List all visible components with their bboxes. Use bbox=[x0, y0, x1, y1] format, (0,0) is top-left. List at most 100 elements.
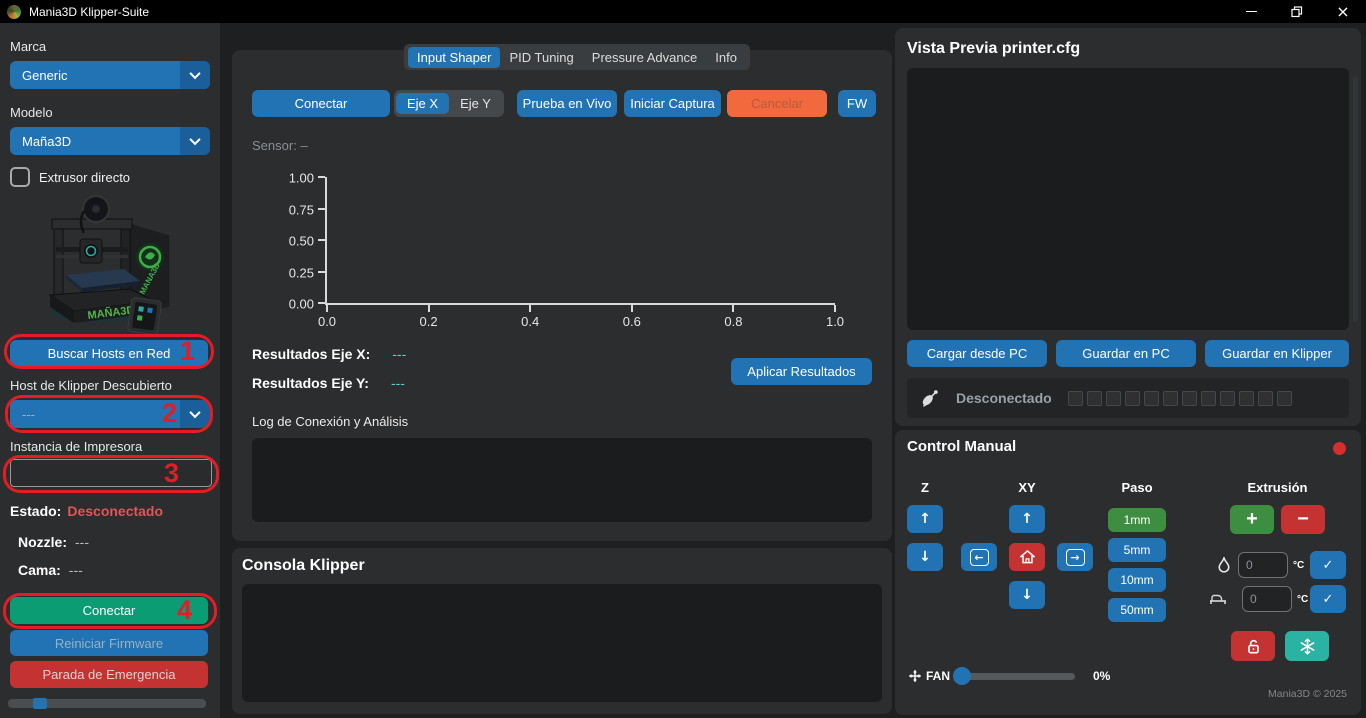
status-checkbox[interactable] bbox=[1087, 391, 1102, 406]
start-capture-button[interactable]: Iniciar Captura bbox=[624, 90, 721, 117]
tab-pressure-advance[interactable]: Pressure Advance bbox=[583, 47, 707, 68]
connection-status-text: Desconectado bbox=[956, 390, 1052, 406]
load-from-pc-button[interactable]: Cargar desde PC bbox=[907, 340, 1047, 367]
annotation-number-2: 2 bbox=[162, 398, 177, 429]
manual-control-title: Control Manual bbox=[907, 438, 1016, 455]
fan-slider-track[interactable] bbox=[957, 673, 1075, 680]
y-plus-button[interactable]: ↑ bbox=[1009, 505, 1045, 533]
unlock-motors-button[interactable] bbox=[1231, 631, 1275, 661]
center-connect-button[interactable]: Conectar bbox=[252, 90, 390, 117]
connection-log[interactable] bbox=[252, 438, 872, 522]
status-checkbox[interactable] bbox=[1106, 391, 1121, 406]
home-button[interactable] bbox=[1009, 543, 1045, 571]
direct-extruder-checkbox[interactable] bbox=[10, 167, 30, 187]
apply-results-label: Aplicar Resultados bbox=[747, 364, 855, 379]
tab-pid-tuning[interactable]: PID Tuning bbox=[500, 47, 582, 68]
step-1mm[interactable]: 1mm bbox=[1108, 508, 1166, 532]
fw-button[interactable]: FW bbox=[838, 90, 876, 117]
input-shaper-panel: Conectar Eje XEje Y Prueba en Vivo Inici… bbox=[232, 50, 892, 541]
check-icon: ✓ bbox=[1323, 557, 1334, 573]
restart-firmware-label: Reiniciar Firmware bbox=[55, 636, 163, 651]
step-10mm[interactable]: 10mm bbox=[1108, 568, 1166, 592]
model-label: Modelo bbox=[10, 105, 53, 120]
status-checkbox[interactable] bbox=[1258, 391, 1273, 406]
status-checkbox[interactable] bbox=[1163, 391, 1178, 406]
status-checkbox[interactable] bbox=[1125, 391, 1140, 406]
manual-control-panel: Control Manual Z XY Paso Extrusión ↑ ↓ ↑… bbox=[895, 430, 1361, 715]
arrow-up-icon: ↑ bbox=[1021, 511, 1033, 527]
minimize-button[interactable] bbox=[1228, 0, 1274, 23]
extrusion-column-label: Extrusión bbox=[1230, 480, 1325, 495]
step-5mm[interactable]: 5mm bbox=[1108, 538, 1166, 562]
annotation-circle-3 bbox=[3, 455, 219, 493]
annotation-circle-2 bbox=[5, 395, 213, 433]
log-label: Log de Conexión y Análisis bbox=[252, 414, 408, 429]
axis-toggle-eje-x[interactable]: Eje X bbox=[396, 93, 449, 114]
close-button[interactable]: × bbox=[1320, 0, 1366, 23]
results-x-value: --- bbox=[392, 346, 406, 362]
status-checkbox[interactable] bbox=[1144, 391, 1159, 406]
console-title: Consola Klipper bbox=[242, 557, 365, 575]
y-tick-label: 0.75 bbox=[270, 202, 314, 217]
bed-temp-icon bbox=[1209, 592, 1227, 606]
restore-button[interactable] bbox=[1274, 0, 1320, 23]
tab-info[interactable]: Info bbox=[706, 47, 746, 68]
results-y-label: Resultados Eje Y: bbox=[252, 375, 369, 391]
y-minus-button[interactable]: ↓ bbox=[1009, 581, 1045, 609]
fan-label: FAN bbox=[926, 669, 950, 683]
status-value: Desconectado bbox=[67, 503, 163, 519]
hotend-temp-apply-button[interactable]: ✓ bbox=[1310, 551, 1346, 579]
retract-button[interactable]: − bbox=[1281, 505, 1325, 534]
cooldown-button[interactable] bbox=[1285, 631, 1329, 661]
host-label: Host de Klipper Descubierto bbox=[10, 378, 172, 393]
status-checkbox[interactable] bbox=[1201, 391, 1216, 406]
status-checkbox[interactable] bbox=[1239, 391, 1254, 406]
axis-toggle: Eje XEje Y bbox=[394, 90, 504, 117]
y-tick-label: 1.00 bbox=[270, 171, 314, 186]
z-down-button[interactable]: ↓ bbox=[907, 543, 943, 571]
titlebar: Mania3D Klipper-Suite × bbox=[0, 0, 1366, 23]
x-tick-label: 0.8 bbox=[724, 314, 742, 329]
printer-cfg-preview[interactable] bbox=[907, 68, 1349, 330]
y-tick-label: 0.25 bbox=[270, 265, 314, 280]
restart-firmware-button[interactable]: Reiniciar Firmware bbox=[10, 630, 208, 656]
sidebar-slider-thumb[interactable] bbox=[33, 698, 47, 709]
preview-scrollbar[interactable] bbox=[1353, 76, 1358, 322]
status-checkbox[interactable] bbox=[1277, 391, 1292, 406]
axis-toggle-eje-y[interactable]: Eje Y bbox=[449, 93, 502, 114]
brand-select[interactable]: Generic bbox=[10, 61, 210, 89]
hotend-temp-input[interactable] bbox=[1238, 552, 1288, 578]
cancel-label: Cancelar bbox=[751, 96, 803, 111]
status-row: Estado:Desconectado bbox=[10, 503, 163, 519]
brand-select-value: Generic bbox=[10, 68, 180, 83]
klipper-console[interactable] bbox=[242, 584, 882, 702]
bed-temp-input[interactable] bbox=[1242, 586, 1292, 612]
center-column: Input ShaperPID TuningPressure AdvanceIn… bbox=[232, 23, 892, 718]
tab-input-shaper[interactable]: Input Shaper bbox=[408, 47, 500, 68]
x-plus-button[interactable]: → bbox=[1057, 543, 1093, 571]
bed-temp-apply-button[interactable]: ✓ bbox=[1310, 585, 1346, 613]
chevron-down-icon bbox=[180, 61, 210, 89]
window-controls: × bbox=[1228, 0, 1366, 23]
extrude-button[interactable]: + bbox=[1230, 505, 1274, 534]
status-checkbox[interactable] bbox=[1220, 391, 1235, 406]
fan-slider-thumb[interactable] bbox=[953, 667, 971, 685]
emergency-stop-button[interactable]: Parada de Emergencia bbox=[10, 661, 208, 688]
cancel-button[interactable]: Cancelar bbox=[727, 90, 827, 117]
unlock-icon bbox=[1245, 638, 1262, 655]
live-test-button[interactable]: Prueba en Vivo bbox=[517, 90, 617, 117]
nozzle-row: Nozzle:--- bbox=[18, 534, 89, 550]
save-to-klipper-button[interactable]: Guardar en Klipper bbox=[1205, 340, 1349, 367]
step-50mm[interactable]: 50mm bbox=[1108, 598, 1166, 622]
status-checkbox[interactable] bbox=[1068, 391, 1083, 406]
status-checkbox[interactable] bbox=[1182, 391, 1197, 406]
snowflake-icon bbox=[1299, 638, 1316, 655]
apply-results-button[interactable]: Aplicar Resultados bbox=[731, 358, 872, 385]
x-minus-button[interactable]: ← bbox=[961, 543, 997, 571]
model-select[interactable]: Maña3D bbox=[10, 127, 210, 155]
home-icon bbox=[1020, 550, 1035, 564]
save-to-pc-button[interactable]: Guardar en PC bbox=[1056, 340, 1196, 367]
chart-plot: 0.000.250.500.751.000.00.20.40.60.81.0 bbox=[325, 177, 835, 305]
z-up-button[interactable]: ↑ bbox=[907, 505, 943, 533]
load-from-pc-label: Cargar desde PC bbox=[927, 346, 1027, 361]
